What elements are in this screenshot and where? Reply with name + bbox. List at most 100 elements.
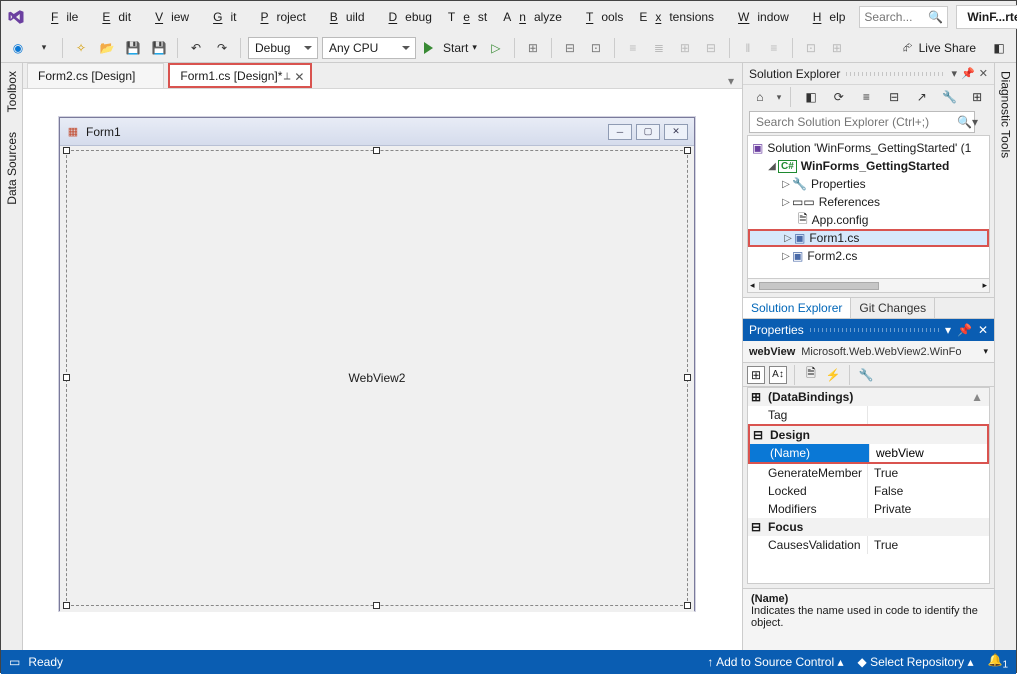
menu-test[interactable]: Test — [440, 4, 495, 30]
resize-handle[interactable] — [373, 602, 380, 609]
quick-search[interactable]: 🔍 — [859, 6, 948, 28]
webview2-control[interactable]: WebView2 — [66, 150, 688, 606]
menu-edit[interactable]: Edit — [86, 4, 139, 30]
open-button[interactable]: 📂 — [96, 37, 118, 59]
property-grid[interactable]: ⊞(DataBindings)▲ Tag ⊟Design (Name) Gene… — [747, 387, 990, 584]
nav-back-more[interactable]: ▾ — [33, 37, 55, 59]
menu-analyze[interactable]: Analyze — [495, 4, 570, 30]
solution-tree[interactable]: ▣ Solution 'WinForms_GettingStarted' (1 … — [747, 135, 990, 293]
menu-window[interactable]: Window — [722, 4, 797, 30]
pin-icon[interactable]: 📌 — [957, 323, 972, 337]
search-input[interactable] — [860, 10, 928, 24]
tree-properties-node[interactable]: ▷🔧 Properties — [748, 175, 989, 193]
form-preview[interactable]: ▦ Form1 ─ ▢ ✕ WebView2 — [59, 117, 695, 611]
se-btn[interactable]: ↗ — [911, 86, 933, 108]
solution-pill[interactable]: WinF...rted — [956, 5, 1017, 29]
wrench-button[interactable]: 🔧 — [857, 366, 875, 384]
se-btn[interactable]: ◧ — [800, 86, 822, 108]
menu-extensions[interactable]: Extensions — [631, 4, 722, 30]
properties-selection[interactable]: webView Microsoft.Web.WebView2.WinFo ▾ — [743, 341, 994, 363]
resize-handle[interactable] — [684, 374, 691, 381]
tree-hscroll[interactable]: ◂▸ — [748, 278, 989, 292]
events-button[interactable]: ⚡ — [824, 366, 842, 384]
nav-back-button[interactable]: ◉ — [7, 37, 29, 59]
tab-form1-design[interactable]: Form1.cs [Design]* ⟂ ✕ — [168, 63, 312, 88]
tb-icon-1[interactable]: ⊞ — [522, 37, 544, 59]
tab-git-changes[interactable]: Git Changes — [851, 298, 935, 318]
menu-view[interactable]: View — [139, 4, 197, 30]
tree-project-node[interactable]: ◢ C# WinForms_GettingStarted — [748, 157, 989, 175]
tree-form1-node[interactable]: ▷▣ Form1.cs — [748, 229, 989, 247]
resize-handle[interactable] — [63, 602, 70, 609]
align-4[interactable]: ⊟ — [700, 37, 722, 59]
tree-references-node[interactable]: ▷▭▭ References — [748, 193, 989, 211]
redo-button[interactable]: ↷ — [211, 37, 233, 59]
se-home-button[interactable]: ⌂ — [749, 86, 771, 108]
start-debug-button[interactable]: Start ▾ — [420, 41, 481, 55]
select-repository-button[interactable]: ◆ Select Repository ▴ — [858, 655, 974, 669]
notifications-button[interactable]: 🔔1 — [987, 653, 1008, 670]
resize-handle[interactable] — [684, 147, 691, 154]
size-2[interactable]: ⊞ — [826, 37, 848, 59]
pin-icon[interactable]: ⟂ — [284, 71, 291, 82]
new-item-button[interactable]: ✧ — [70, 37, 92, 59]
align-1[interactable]: ≡ — [622, 37, 644, 59]
se-search-input[interactable] — [749, 111, 975, 133]
se-btn[interactable]: ⟳ — [828, 86, 850, 108]
dist-1[interactable]: ‖ — [737, 37, 759, 59]
platform-dropdown[interactable]: Any CPU — [322, 37, 416, 59]
resize-handle[interactable] — [684, 602, 691, 609]
menu-file[interactable]: FFileile — [35, 4, 86, 30]
align-2[interactable]: ≣ — [648, 37, 670, 59]
resize-handle[interactable] — [63, 374, 70, 381]
start-no-debug-button[interactable]: ▷ — [485, 37, 507, 59]
se-btn[interactable]: 🔧 — [939, 86, 961, 108]
prop-name-input[interactable] — [876, 446, 987, 460]
tab-form2-design[interactable]: Form2.cs [Design] — [27, 63, 164, 88]
solution-explorer-search[interactable]: 🔍▾ — [749, 111, 988, 133]
tb-icon-2[interactable]: ⊟ — [559, 37, 581, 59]
window-menu-icon[interactable]: ▾ — [945, 323, 951, 337]
toolbox-tab[interactable]: Toolbox — [3, 67, 21, 116]
resize-handle[interactable] — [63, 147, 70, 154]
se-btn[interactable]: ⊟ — [883, 86, 905, 108]
live-share-button[interactable]: ⮳ Live Share — [895, 40, 984, 55]
categorized-button[interactable]: ⊞ — [747, 366, 765, 384]
undo-button[interactable]: ↶ — [185, 37, 207, 59]
save-all-button[interactable]: 💾 — [148, 37, 170, 59]
config-dropdown[interactable]: Debug — [248, 37, 318, 59]
alphabetical-button[interactable]: A↕ — [769, 366, 787, 384]
properties-page-button[interactable]: 🗎 — [802, 366, 820, 384]
tree-appconfig-node[interactable]: 🗎 App.config — [748, 211, 989, 229]
close-icon[interactable]: ✕ — [294, 70, 304, 84]
data-sources-tab[interactable]: Data Sources — [3, 128, 21, 209]
save-button[interactable]: 💾 — [122, 37, 144, 59]
size-1[interactable]: ⊡ — [800, 37, 822, 59]
close-icon[interactable]: ✕ — [979, 67, 988, 80]
se-btn[interactable]: ≡ — [856, 86, 878, 108]
tree-form2-node[interactable]: ▷▣ Form2.cs — [748, 247, 989, 265]
tb-icon-3[interactable]: ⊡ — [585, 37, 607, 59]
tab-overflow-button[interactable]: ▾ — [728, 74, 734, 88]
dist-2[interactable]: ≡ — [763, 37, 785, 59]
feedback-button[interactable]: ◧ — [988, 37, 1010, 59]
menu-project[interactable]: Project — [244, 4, 313, 30]
window-menu-icon[interactable]: ▾ — [952, 67, 958, 80]
diagnostic-tools-tab[interactable]: Diagnostic Tools — [997, 67, 1015, 162]
menu-debug[interactable]: Debug — [373, 4, 440, 30]
se-btn[interactable]: ⊞ — [966, 86, 988, 108]
prop-row-name[interactable]: (Name) — [750, 444, 987, 462]
menu-build[interactable]: Build — [314, 4, 373, 30]
tree-solution-node[interactable]: ▣ Solution 'WinForms_GettingStarted' (1 — [748, 139, 989, 157]
menu-tools[interactable]: Tools — [570, 4, 631, 30]
menu-help[interactable]: Help — [797, 4, 854, 30]
solution-explorer-toolbar: ⌂ ▾ ◧ ⟳ ≡ ⊟ ↗ 🔧 ⊞ — [743, 85, 994, 109]
tab-solution-explorer[interactable]: Solution Explorer — [743, 298, 851, 318]
align-3[interactable]: ⊞ — [674, 37, 696, 59]
close-icon[interactable]: ✕ — [978, 323, 988, 337]
menu-git[interactable]: Git — [197, 4, 244, 30]
resize-handle[interactable] — [373, 147, 380, 154]
designer-surface[interactable]: ▦ Form1 ─ ▢ ✕ WebView2 — [23, 89, 742, 650]
add-source-control-button[interactable]: ↑ Add to Source Control ▴ — [707, 655, 843, 669]
pin-icon[interactable]: 📌 — [961, 67, 975, 80]
